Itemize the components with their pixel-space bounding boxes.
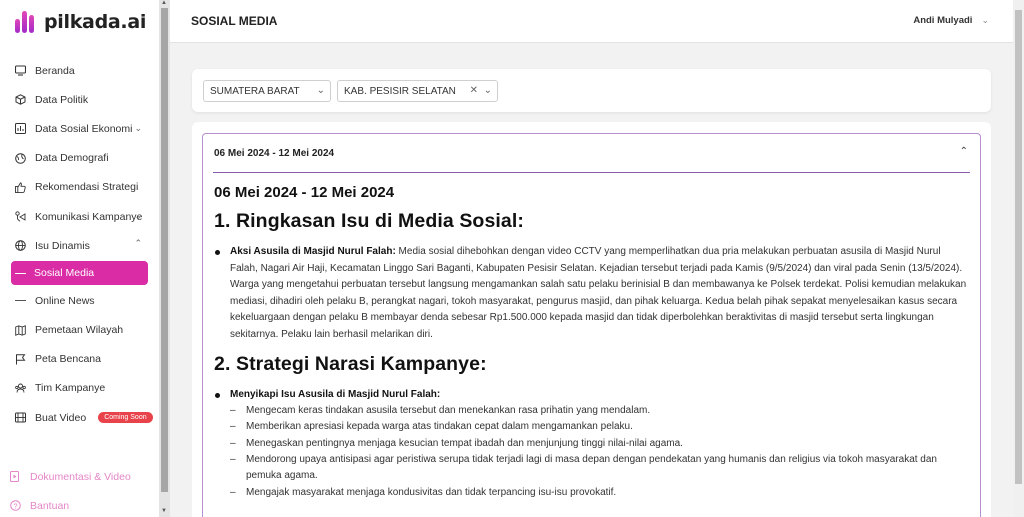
chevron-down-icon: ⌄ [134, 210, 142, 221]
help-icon: ? [10, 500, 21, 512]
strategy-point: Mengecam keras tindakan asusila tersebut… [214, 403, 970, 420]
megaphone-icon [15, 211, 26, 222]
globe-icon [15, 240, 26, 252]
map-icon [15, 324, 26, 336]
thumbs-up-icon [15, 182, 26, 193]
chevron-up-icon: ⌃ [134, 238, 142, 249]
sidebar-item-data-politik[interactable]: Data Politik [0, 85, 159, 114]
monitor-icon [15, 65, 26, 76]
sidebar-scrollbar[interactable]: ▲ ▼ [159, 0, 170, 517]
issue-item: Aksi Asusila di Masjid Nurul Falah: Medi… [214, 244, 970, 344]
report-accordion: 06 Mei 2024 - 12 Mei 2024 ⌃ 06 Mei 2024 … [202, 133, 981, 517]
scroll-down-arrow-icon[interactable]: ▼ [161, 508, 167, 514]
chevron-down-icon: ⌄ [981, 15, 989, 25]
film-icon [15, 412, 26, 423]
sidebar-item-data-demografi[interactable]: Data Demografi [0, 144, 159, 173]
users-icon [15, 383, 26, 394]
sidebar-item-beranda[interactable]: Beranda [0, 56, 159, 85]
sidebar-item-rekomendasi-strategi[interactable]: Rekomendasi Strategi [0, 173, 159, 202]
sidebar-item-label: Online News [35, 294, 95, 307]
main-scrollbar[interactable] [1013, 0, 1024, 517]
sidebar-item-komunikasi-kampanye[interactable]: Komunikasi Kampanye ⌄ [0, 202, 159, 231]
regency-value: KAB. PESISIR SELATAN [344, 85, 456, 97]
strategy-point: Menegaskan pentingnya menjaga kesucian t… [214, 436, 970, 453]
coming-soon-badge: Coming Soon [98, 412, 153, 424]
clear-icon[interactable]: ✕ [470, 85, 478, 96]
sidebar-nav: Beranda Data Politik Data Sosial Ekonomi… [0, 56, 159, 432]
sidebar-item-label: Beranda [35, 64, 75, 77]
accordion-body: 06 Mei 2024 - 12 Mei 2024 1. Ringkasan I… [214, 184, 970, 501]
strategy-point: Memberikan apresiasi kepada warga atas t… [214, 419, 970, 436]
sidebar-item-tim-kampanye[interactable]: Tim Kampanye [0, 374, 159, 403]
issue-text: Media sosial dihebohkan dengan video CCT… [230, 246, 967, 340]
sidebar-item-sosial-media[interactable]: Sosial Media [11, 261, 148, 286]
filter-card: SUMATERA BARAT ⌄ KAB. PESISIR SELATAN ✕ … [192, 69, 991, 112]
chart-icon [15, 123, 26, 135]
user-menu[interactable]: Andi Mulyadi ⌄ [913, 15, 989, 26]
user-name: Andi Mulyadi [913, 15, 973, 26]
sidebar-item-buat-video[interactable]: Buat Video Coming Soon [0, 403, 159, 432]
brand-name: pilkada.ai [44, 11, 147, 33]
sidebar-item-peta-bencana[interactable]: Peta Bencana [0, 345, 159, 374]
accordion-divider [213, 172, 970, 173]
sidebar-item-label: Rekomendasi Strategi [35, 181, 139, 194]
sidebar-item-label: Data Sosial Ekonomi [35, 122, 133, 135]
regency-select[interactable]: KAB. PESISIR SELATAN ✕ ⌄ [337, 80, 498, 102]
sidebar-item-pemetaan-wilayah[interactable]: Pemetaan Wilayah [0, 316, 159, 345]
chevron-down-icon: ⌄ [483, 85, 492, 96]
svg-text:?: ? [13, 502, 17, 511]
chevron-up-icon[interactable]: ⌃ [960, 146, 968, 157]
strategy-point: Mengajak masyarakat menjaga kondusivitas… [214, 485, 970, 502]
sidebar-item-label: Peta Bencana [35, 353, 101, 366]
sidebar-item-label: Komunikasi Kampanye [35, 210, 143, 223]
sidebar-item-label: Dokumentasi & Video [30, 470, 131, 483]
sidebar-item-label: Buat Video [35, 411, 87, 424]
sidebar-item-isu-dinamis[interactable]: Isu Dinamis ⌃ [0, 231, 159, 260]
sidebar-item-label: Data Demografi [35, 152, 109, 165]
sidebar-item-dokumentasi-video[interactable]: Dokumentasi & Video [0, 462, 159, 491]
section-heading: 1. Ringkasan Isu di Media Sosial: [214, 210, 524, 232]
issue-title: Aksi Asusila di Masjid Nurul Falah: [230, 246, 396, 257]
strategy-title: Menyikapi Isu Asusila di Masjid Nurul Fa… [230, 388, 441, 400]
page-title: SOSIAL MEDIA [191, 14, 278, 28]
sidebar-scrollbar-thumb[interactable] [161, 8, 168, 492]
sidebar: pilkada.ai Beranda Data Politik Data Sos… [0, 0, 159, 517]
chevron-down-icon: ⌄ [316, 85, 325, 96]
province-select[interactable]: SUMATERA BARAT ⌄ [203, 80, 331, 102]
doc-video-icon [10, 471, 21, 483]
globe-icon [15, 152, 26, 164]
section-heading: 2. Strategi Narasi Kampanye: [214, 352, 487, 375]
accordion-title[interactable]: 06 Mei 2024 - 12 Mei 2024 [214, 148, 334, 159]
strategy-item: Menyikapi Isu Asusila di Masjid Nurul Fa… [214, 387, 970, 404]
content-card: 06 Mei 2024 - 12 Mei 2024 ⌃ 06 Mei 2024 … [192, 122, 991, 517]
flag-icon [15, 354, 26, 365]
sidebar-item-label: Tim Kampanye [35, 382, 106, 395]
province-value: SUMATERA BARAT [210, 85, 300, 97]
cube-icon [15, 94, 26, 106]
dash-icon [15, 300, 26, 302]
sidebar-item-label: Data Politik [35, 93, 89, 106]
sidebar-bottom: Dokumentasi & Video ? Bantuan [0, 462, 159, 517]
report-date-heading: 06 Mei 2024 - 12 Mei 2024 [214, 184, 395, 201]
sidebar-item-data-sosial-ekonomi[interactable]: Data Sosial Ekonomi ⌄ [0, 114, 159, 143]
chevron-down-icon: ⌄ [134, 123, 142, 134]
scroll-up-arrow-icon[interactable]: ▲ [161, 0, 167, 6]
pilkada-logo-icon [15, 11, 37, 33]
strategy-point: Mendorong upaya antisipasi agar peristiw… [214, 452, 970, 485]
main-scrollbar-thumb[interactable] [1015, 10, 1022, 484]
sidebar-item-label: Isu Dinamis [35, 239, 90, 252]
sidebar-item-label: Pemetaan Wilayah [35, 324, 124, 337]
sidebar-item-online-news[interactable]: Online News [0, 286, 159, 315]
brand-logo[interactable]: pilkada.ai [0, 0, 159, 44]
sidebar-item-bantuan[interactable]: ? Bantuan [0, 491, 159, 517]
sidebar-item-label: Sosial Media [34, 267, 95, 280]
sidebar-item-label: Bantuan [30, 499, 70, 512]
top-bar: SOSIAL MEDIA Andi Mulyadi ⌄ [170, 0, 1013, 43]
dash-icon [15, 272, 26, 274]
